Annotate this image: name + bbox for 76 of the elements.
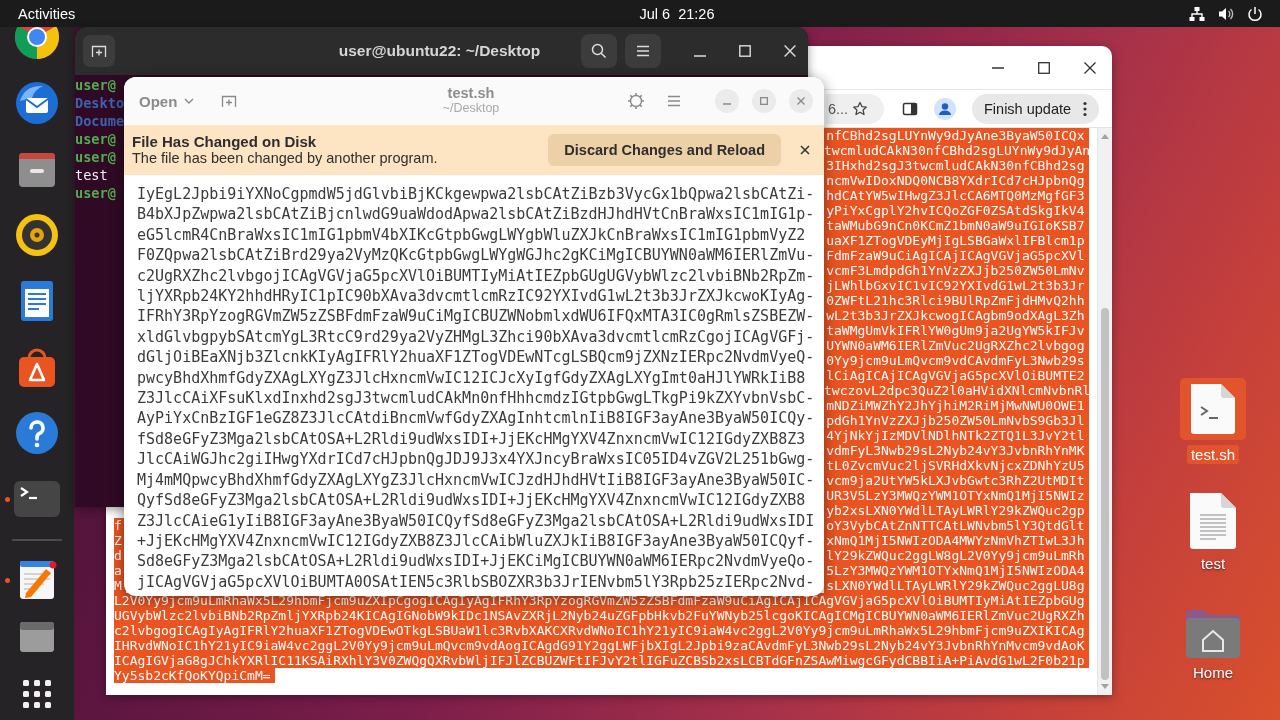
code-line: ljYXRpb24KY2hhdHRyIC1pIC90bXAva3dvcmtlcmRzIC92YXIvdG1wL2t3b3JrZXJkcwoKIyAg- bbox=[137, 286, 815, 307]
discard-reload-button[interactable]: Discard Changes and Reload bbox=[548, 134, 781, 166]
terminal-icon[interactable] bbox=[14, 481, 60, 517]
code-line: Z3JlcCAieG1yIiB8IGF3ayAne3ByaW50ICQyfSd8eGFyZ3Mga2lsbCAtOSA+L2Rldi9udWxsIDI bbox=[137, 510, 815, 531]
code-line: pwcyBhdXhmfGdyZXAgLXYgZ3JlcHxncmVwIC12ICJcXyIgfGdyZXAgLXYgImt0aHJlYWRkIiB8 bbox=[137, 367, 806, 389]
code-line: QyfSd8eGFyZ3Mga2lsbCAtOSA+L2Rldi9udWxsIDI+JjEKcHMgYXV4ZnxncmVwIC12IGdyZXB8 bbox=[137, 490, 806, 511]
code-line: AyPiYxCnBzIGF1eGZ8Z3JlcCAtdiBncmVwfGdyZXAgInhtcmlnIiB8IGF3ayAne3ByaW50ICQy- bbox=[137, 408, 815, 429]
star-icon[interactable] bbox=[852, 100, 868, 117]
power-icon[interactable] bbox=[1247, 5, 1263, 22]
code-line: IFRhY3RpYzogRGVmZW5zZSBFdmFzaW9uCiMgICBUZWNobmlxdWU6IFQxMTA3IC0gRmlsZSBEZW- bbox=[137, 306, 815, 327]
scrollbar[interactable] bbox=[1097, 128, 1112, 695]
menu-icon bbox=[635, 43, 651, 59]
window-subtitle: ~/Desktop bbox=[442, 102, 500, 116]
terminal-line: Deskto bbox=[75, 94, 125, 112]
search-icon bbox=[591, 43, 607, 59]
script-file-icon[interactable] bbox=[1180, 378, 1246, 440]
profile-icon[interactable] bbox=[934, 97, 956, 120]
maximize-icon bbox=[760, 97, 768, 105]
gear-icon[interactable] bbox=[627, 92, 645, 110]
window-title: test.sh bbox=[447, 86, 495, 103]
code-line: Mj4mMQpwcyBhdXhmfGdyZXAgLXYgZ3JlcHxncmVwICJzdHJhdHVtIiB8IGF3ayAne3ByaW50IC- bbox=[137, 469, 815, 491]
terminal-line: user@ bbox=[75, 148, 116, 166]
code-line: F0ZQpwa2lsbCAtZiBrd29ya2VyMzQKcGtpbGwgLWYgWGJhc2gKCiMgICBUYWN0aWM6IERlZmVu- bbox=[137, 245, 815, 266]
round-logo-icon[interactable] bbox=[13, 27, 61, 61]
window-title: user@ubuntu22: ~/Desktop bbox=[338, 42, 541, 60]
text-file-icon[interactable] bbox=[1190, 493, 1236, 549]
search-button[interactable] bbox=[581, 34, 617, 68]
close-icon[interactable] bbox=[1084, 61, 1096, 74]
minimize-icon bbox=[723, 103, 731, 105]
tab-plus-icon[interactable] bbox=[221, 93, 238, 109]
side-panel-icon[interactable] bbox=[902, 100, 918, 117]
volume-icon[interactable] bbox=[1218, 5, 1234, 22]
terminal-line: user@ bbox=[75, 184, 116, 202]
home-folder-icon[interactable] bbox=[1186, 608, 1240, 658]
help-icon[interactable] bbox=[13, 409, 61, 457]
tab-plus-icon bbox=[91, 43, 107, 59]
caret-icon bbox=[184, 98, 195, 104]
terminal-line: user@ bbox=[75, 76, 116, 94]
desktop-icon-label[interactable]: test bbox=[1196, 554, 1230, 573]
activities-button[interactable]: Activities bbox=[18, 5, 76, 22]
infobar-title: File Has Changed on Disk bbox=[132, 133, 318, 150]
code-line: xldGlvbgpybSAtcmYgL3RtcC9rd29ya2VyZHMgL3Zhci90bXAva3dvcmtlcmRzCgojICAgVGFj- bbox=[137, 326, 815, 348]
code-line: jICAgVGVjaG5pcXVlOiBUMTA0OSAtIEN5c3RlbSBOZXR3b3JrIENvbm5lY3Rpb25zIERpc2Nvd- bbox=[137, 571, 815, 593]
close-icon[interactable] bbox=[800, 145, 810, 155]
envelope-icon[interactable] bbox=[13, 79, 61, 127]
terminal-line: Docume bbox=[75, 112, 125, 130]
maximize-button[interactable] bbox=[752, 89, 776, 113]
desktop-icon-label[interactable]: Home bbox=[1189, 663, 1237, 682]
network-icon[interactable] bbox=[1189, 5, 1205, 22]
code-line: eG5lcmR4CnBraWxsIC1mIG1pbmV4bXIKcGtpbGwgLWYgbWluZXJkCnBraWxsIC1mIG1pbmVyZ2 bbox=[137, 224, 806, 246]
infobar-message: The file has been changed by another program. bbox=[132, 150, 438, 167]
code-line: +JjEKcHMgYXV4ZnxncmVwIC12IGdyZXB8Z3JlcCAibWluZXJkIiB8IGF3ayAne3ByaW50ICQyf- bbox=[137, 530, 815, 552]
new-tab-button[interactable] bbox=[83, 35, 115, 67]
address-field[interactable]: 6... bbox=[826, 93, 884, 124]
menu-icon[interactable] bbox=[666, 93, 682, 109]
open-button[interactable]: Open bbox=[129, 86, 205, 116]
close-icon bbox=[797, 97, 805, 105]
clock[interactable]: Jul 6 21:26 bbox=[639, 5, 715, 22]
app-grid-icon[interactable] bbox=[23, 680, 51, 708]
finish-update-button[interactable]: Finish update bbox=[972, 93, 1100, 124]
terminal-line: user@ bbox=[75, 130, 116, 148]
code-line: c2UgRXZhc2lvbgojICAgVGVjaG5pcXVlOiBUMTIyMiAtIEZpbGUgUGVybWlzc2lvbiBNb2RpZm- bbox=[137, 265, 815, 287]
speaker-icon[interactable] bbox=[13, 211, 61, 259]
code-line: fSd8eGFyZ3Mga2lsbCAtOSA+L2Rldi9udWxsIDI+JjEKcHMgYXV4ZnxncmVwIC12IGdyZXB8Z3 bbox=[137, 428, 806, 450]
code-line: dGljOiBEaXNjb3ZlcnkKIyAgIFRlY2huaXF1ZTogVDEwNTcgLSBQcm9jZXNzIERpc2NvdmVyeQ- bbox=[137, 347, 815, 368]
minimize-icon[interactable] bbox=[992, 66, 1004, 69]
maximize-icon[interactable] bbox=[1038, 61, 1050, 74]
desktop-icon-label[interactable]: test.sh bbox=[1186, 445, 1240, 464]
code-line: IyEgL2Jpbi9iYXNoCgpmdW5jdGlvbiBjKCkgewpwa2lsbCAtZiBzb3VycGx1bQpwa2lsbCAtZi- bbox=[137, 184, 815, 205]
menu-button[interactable] bbox=[625, 34, 661, 68]
code-line: JlcCAiWGJhc2giIHwgYXdrICd7cHJpbnQgJDJ9J3x4YXJncyBraWxsIC05ID4vZGV2L251bGwg- bbox=[137, 449, 815, 470]
code-line: Z3JlcCAiXFsuKlxdInxhd2sgJ3twcmludCAkMn0nfHhhcmdzIGtpbGwgLTkgPi9kZXYvbnVsbC- bbox=[137, 388, 815, 409]
kebab-menu-icon[interactable] bbox=[1083, 100, 1088, 117]
terminal-line: test bbox=[75, 166, 108, 184]
code-line: Sd8eGFyZ3Mga2lsbCAtOSA+L2Rldi9udWxsIDI+JjEKCiMgICBUYWN0aWM6IERpc2NvdmVyeQo- bbox=[137, 551, 815, 572]
code-line: B4bXJpZwpwa2lsbCAtZiBjcnlwdG9uaWdodApwa2lsbCAtZiBzdHJhdHVtCnBraWxsIC1mIG1p- bbox=[137, 204, 815, 225]
